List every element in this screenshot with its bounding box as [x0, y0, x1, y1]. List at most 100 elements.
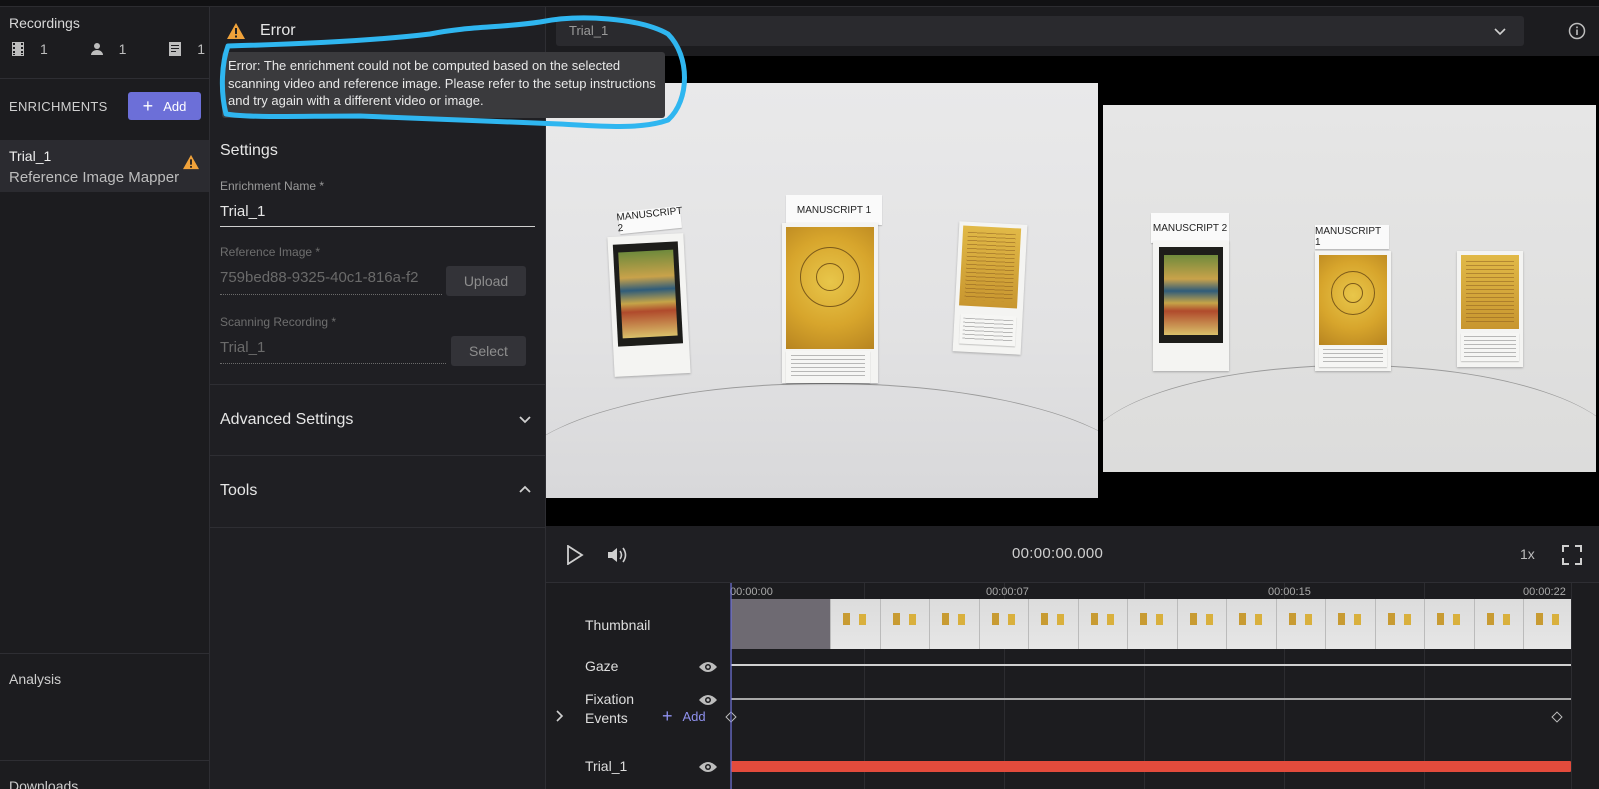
- poster-manuscript-2: [1153, 241, 1229, 371]
- enrichment-name-input[interactable]: Trial_1: [220, 203, 265, 220]
- volume-icon[interactable]: [606, 545, 628, 565]
- thumbnail-frame: [1325, 599, 1375, 649]
- stat-recordings-count: 1: [40, 41, 48, 57]
- playhead[interactable]: [730, 583, 732, 789]
- info-icon[interactable]: [1568, 22, 1586, 40]
- divider: [0, 760, 209, 761]
- add-event-button[interactable]: + Add: [662, 707, 706, 725]
- description-note: [1319, 347, 1387, 367]
- recordings-stats: 1 1 1: [10, 41, 205, 57]
- downloads-nav[interactable]: Downloads: [9, 778, 78, 789]
- add-enrichment-button[interactable]: + Add: [128, 92, 201, 120]
- eye-icon[interactable]: [698, 693, 718, 707]
- player-controls: 00:00:00.000 1x: [546, 526, 1599, 583]
- enrichment-item-trial-1[interactable]: Trial_1 Reference Image Mapper: [0, 140, 209, 192]
- settings-title: Settings: [220, 142, 278, 159]
- fixation-row-label: Fixation: [585, 691, 635, 707]
- poster-label-manuscript-2: MANUSCRIPT 2: [616, 205, 683, 235]
- timecode: 00:00:00.000: [1012, 545, 1104, 562]
- description-note: [959, 313, 1017, 347]
- stat-wearers: 1: [89, 41, 127, 57]
- time-tick: 00:00:07: [986, 586, 1029, 598]
- analysis-nav[interactable]: Analysis: [9, 671, 61, 687]
- description-note: [786, 351, 870, 383]
- upload-button[interactable]: Upload: [446, 266, 526, 296]
- add-enrichment-label: Add: [163, 98, 187, 114]
- thumbnail-row-label: Thumbnail: [585, 617, 651, 633]
- stat-recordings: 1: [10, 41, 48, 57]
- grid-line: [1571, 583, 1572, 789]
- eye-icon[interactable]: [698, 660, 718, 674]
- stat-templates-count: 1: [197, 41, 205, 57]
- wall-wire: [1103, 365, 1596, 472]
- reference-image-underline: [220, 294, 442, 295]
- scanning-recording-label: Scanning Recording *: [220, 315, 337, 329]
- divider: [0, 78, 209, 79]
- video-viewer[interactable]: MANUSCRIPT 2 MANUSCRIPT 1 MANUSCRIPT 2 M…: [546, 56, 1599, 526]
- thumbnail-frame: [1424, 599, 1474, 649]
- play-icon[interactable]: [566, 545, 584, 565]
- eye-icon[interactable]: [698, 760, 718, 774]
- select-button[interactable]: Select: [451, 336, 526, 366]
- warning-icon: [183, 154, 199, 170]
- divider: [210, 527, 546, 528]
- thumbnail-strip[interactable]: [731, 599, 1571, 649]
- playback-speed[interactable]: 1x: [1520, 546, 1535, 562]
- trial-row-label: Trial_1: [585, 758, 628, 774]
- plus-icon: +: [142, 96, 154, 116]
- thumbnail-frame: [929, 599, 979, 649]
- enrichment-settings-panel: Error Settings Enrichment Name * Trial_1…: [210, 7, 546, 789]
- events-row-label: Events: [585, 710, 628, 726]
- stat-templates: 1: [167, 41, 205, 57]
- top-bar: [0, 0, 1599, 7]
- time-tick: 00:00:15: [1268, 586, 1311, 598]
- gaze-track: [731, 664, 1571, 666]
- thumbnail-placeholder: [731, 599, 830, 649]
- advanced-settings-title: Advanced Settings: [220, 411, 354, 428]
- poster-manuscript-2: [607, 233, 691, 377]
- warning-icon: [227, 23, 245, 39]
- trial-enrichment-bar[interactable]: [731, 761, 1571, 772]
- thumbnail-frame: [1374, 599, 1424, 649]
- event-marker-end[interactable]: [1551, 711, 1563, 723]
- thumbnail-frame: [1028, 599, 1078, 649]
- scene-video-frame: MANUSCRIPT 2 MANUSCRIPT 1: [546, 83, 1098, 498]
- thumbnail-frame: [1127, 599, 1177, 649]
- scanning-recording-field[interactable]: Trial_1: [220, 339, 265, 356]
- error-title: Error: [260, 22, 296, 39]
- fullscreen-icon[interactable]: [1562, 545, 1582, 565]
- poster-manuscript-3: [1457, 251, 1523, 367]
- tools-section[interactable]: Tools: [210, 455, 546, 527]
- chevron-down-icon: [519, 416, 531, 424]
- reference-image-field[interactable]: 759bed88-9325-40c1-816a-f2: [220, 269, 442, 286]
- tools-title: Tools: [220, 482, 258, 499]
- timeline[interactable]: 00:00:00 00:00:07 00:00:15 00:00:22 Thum…: [546, 583, 1599, 789]
- person-icon: [90, 43, 103, 55]
- error-header[interactable]: Error: [226, 22, 296, 40]
- thumbnail-frame: [1523, 599, 1571, 649]
- document-icon: [169, 42, 182, 56]
- enrichment-item-name: Trial_1: [9, 148, 52, 164]
- recordings-title[interactable]: Recordings: [9, 15, 80, 31]
- chevron-right-icon[interactable]: [554, 710, 564, 722]
- reference-image-frame: MANUSCRIPT 2 MANUSCRIPT 1: [1103, 105, 1596, 472]
- error-tooltip: Error: The enrichment could not be compu…: [222, 52, 665, 118]
- film-icon: [12, 42, 24, 56]
- thumbnail-frame: [1077, 599, 1127, 649]
- add-event-label: Add: [682, 708, 706, 724]
- time-tick: 00:00:00: [730, 586, 773, 598]
- manuscript-image: [1159, 247, 1223, 343]
- recording-selector[interactable]: Trial_1: [556, 16, 1524, 46]
- enrichments-label: ENRICHMENTS: [9, 99, 108, 114]
- reference-image-label: Reference Image *: [220, 245, 321, 259]
- manuscript-image: [786, 227, 874, 349]
- manuscript-image: [1319, 255, 1387, 345]
- chevron-up-icon: [519, 485, 531, 493]
- thumbnail-frame: [830, 599, 880, 649]
- poster-label-manuscript-1: MANUSCRIPT 1: [786, 195, 882, 225]
- advanced-settings-section[interactable]: Advanced Settings: [210, 384, 546, 456]
- fixation-track: [731, 698, 1571, 700]
- poster-manuscript-1: [1315, 251, 1391, 371]
- stat-wearers-count: 1: [118, 41, 127, 57]
- time-tick: 00:00:22: [1523, 586, 1566, 598]
